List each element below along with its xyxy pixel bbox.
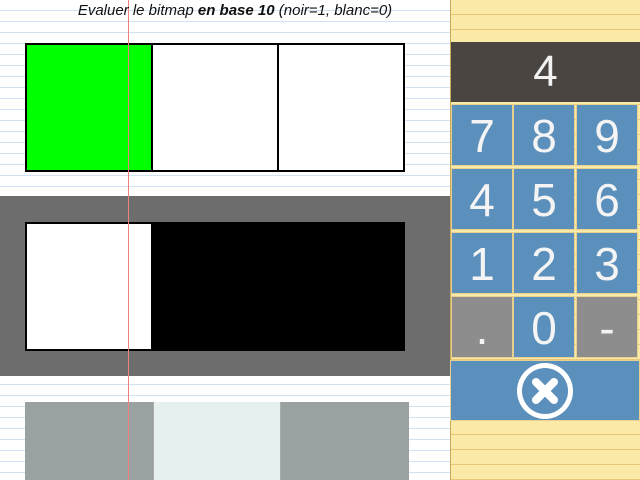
key-8[interactable]: 8 — [513, 104, 575, 166]
bitmap-cell — [153, 402, 281, 480]
key-2[interactable]: 2 — [513, 232, 575, 294]
key-4[interactable]: 4 — [451, 168, 513, 230]
bitmap-cell[interactable] — [277, 222, 405, 351]
key-6[interactable]: 6 — [576, 168, 638, 230]
close-circle-icon — [517, 362, 573, 419]
bitmap-cell — [25, 402, 153, 480]
key-1[interactable]: 1 — [451, 232, 513, 294]
bitmap-row-2 — [25, 222, 405, 351]
bitmap-cell[interactable] — [151, 222, 279, 351]
key-9[interactable]: 9 — [576, 104, 638, 166]
key-3[interactable]: 3 — [576, 232, 638, 294]
clear-button[interactable] — [450, 360, 640, 421]
bitmap-row-1 — [25, 43, 405, 172]
notebook-paper: Evaluer le bitmap en base 10 (noir=1, bl… — [0, 0, 450, 480]
key-5[interactable]: 5 — [513, 168, 575, 230]
close-icon — [532, 377, 558, 404]
bitmap-row-3 — [25, 402, 409, 480]
bitmap-cell[interactable] — [151, 43, 279, 172]
close-icon-inner — [522, 367, 568, 414]
answer-display: 4 — [451, 42, 640, 102]
instruction-suffix: (noir=1, blanc=0) — [274, 2, 393, 19]
bitmap-cell — [281, 402, 409, 480]
margin-line — [128, 0, 129, 480]
key-0[interactable]: 0 — [513, 296, 575, 358]
bitmap-cell[interactable] — [277, 43, 405, 172]
instruction-text: Evaluer le bitmap en base 10 (noir=1, bl… — [0, 2, 450, 19]
key-7[interactable]: 7 — [451, 104, 513, 166]
instruction-prefix: Evaluer le bitmap — [77, 2, 198, 19]
bitmap-cell[interactable] — [25, 222, 153, 351]
instruction-emphasis: en base 10 — [197, 2, 275, 19]
key-minus[interactable]: - — [576, 296, 638, 358]
bitmap-cell[interactable] — [25, 43, 153, 172]
key-decimal[interactable]: . — [451, 296, 513, 358]
